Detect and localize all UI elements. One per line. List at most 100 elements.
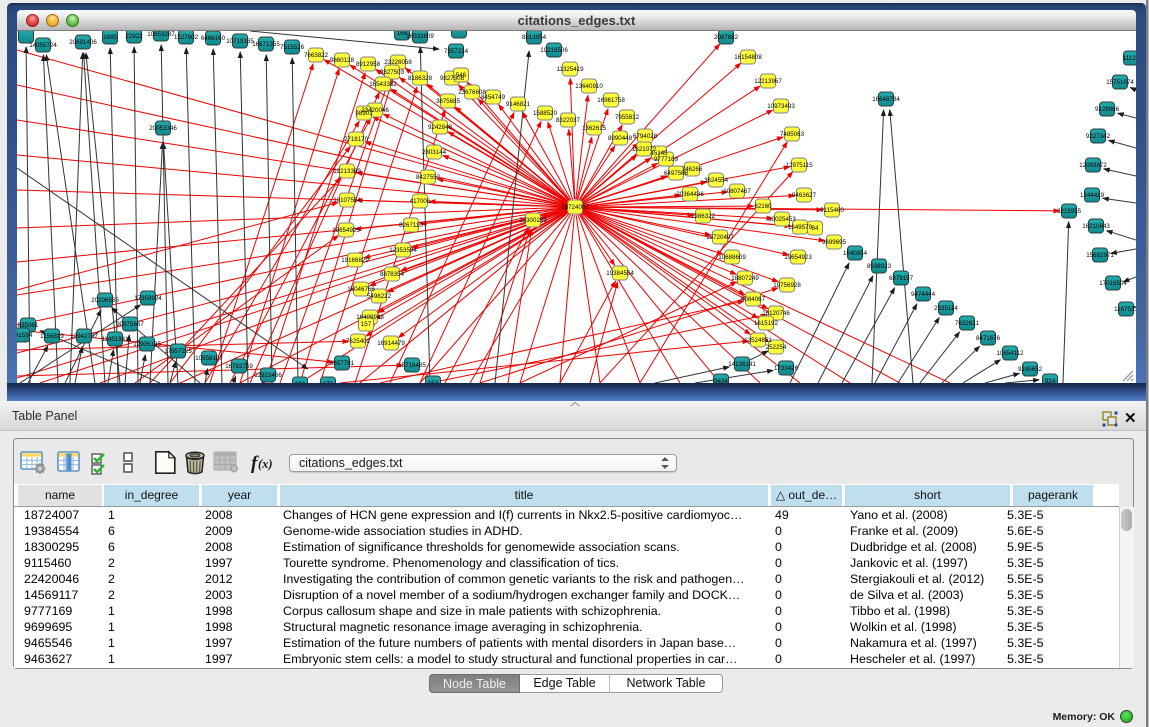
svg-text:13640910: 13640910 [575,83,603,90]
svg-text:7625402: 7625402 [346,338,371,345]
svg-text:18724007: 18724007 [561,204,589,211]
svg-text:7485063: 7485063 [780,131,805,138]
svg-text:19166829: 19166829 [341,257,369,264]
svg-text:1733426: 1733426 [774,365,799,372]
svg-text:16543382: 16543382 [369,81,397,88]
svg-text:16046766: 16046766 [347,286,375,293]
svg-text:12353594: 12353594 [389,247,417,254]
svg-text:23226058: 23226058 [384,59,412,66]
svg-text:16210643: 16210643 [1082,223,1110,230]
svg-text:14055724: 14055724 [29,42,57,49]
svg-text:12923466: 12923466 [254,372,282,379]
svg-text:10025453: 10025453 [768,216,796,223]
svg-text:8990448: 8990448 [608,135,633,142]
svg-text:252254: 252254 [766,344,787,351]
svg-text:2718170: 2718170 [344,136,369,143]
svg-text:173: 173 [323,381,334,383]
svg-text:6497568: 6497568 [664,170,689,177]
svg-text:15692971: 15692971 [1086,252,1114,259]
svg-text:8322037: 8322037 [556,117,581,124]
svg-text:16409948: 16409948 [356,314,384,321]
svg-text:9245652: 9245652 [1018,366,1043,373]
svg-text:13524851: 13524851 [744,337,772,344]
svg-text:16782759: 16782759 [225,363,253,370]
svg-text:2803144: 2803144 [422,149,447,156]
svg-text:1588520: 1588520 [533,110,558,117]
svg-text:1156819: 1156819 [40,333,64,340]
svg-text:5498222: 5498222 [367,293,392,300]
svg-text:9227342: 9227342 [1086,133,1111,140]
svg-text:15716485: 15716485 [398,362,426,369]
svg-text:1362615: 1362615 [582,125,607,132]
svg-text:7515526: 7515526 [280,44,305,51]
svg-text:2087682: 2087682 [714,34,739,41]
svg-text:12213967: 12213967 [754,78,782,85]
svg-text:6794028: 6794028 [633,133,658,140]
svg-text:20053346: 20053346 [149,125,177,132]
svg-text:9242848: 9242848 [428,124,453,131]
svg-text:19756928: 19756928 [773,282,801,289]
svg-text:11124: 11124 [1123,55,1136,62]
svg-text:417006: 417006 [410,198,431,205]
svg-text:6879197: 6879197 [889,275,914,282]
svg-text:9657791: 9657791 [330,360,355,367]
svg-text:153: 153 [428,380,439,383]
svg-text:9474444: 9474444 [911,291,936,298]
svg-text:14136141: 14136141 [728,361,756,368]
svg-text:9115460: 9115460 [820,207,844,214]
svg-text:9129966: 9129966 [1095,106,1120,113]
svg-text:9084067: 9084067 [741,296,766,303]
svg-text:20691406: 20691406 [69,39,97,46]
svg-text:17016504: 17016504 [1099,280,1127,287]
svg-text:11325419: 11325419 [556,66,584,73]
svg-text:8427552: 8427552 [416,174,441,181]
svg-text:546: 546 [456,72,467,79]
svg-text:23300293: 23300293 [519,217,547,224]
svg-text:8813054: 8813054 [522,34,547,41]
svg-text:19218506: 19218506 [540,47,568,54]
svg-text:8186328: 8186328 [408,75,433,82]
svg-text:84: 84 [812,225,819,232]
svg-text:9860128: 9860128 [330,57,355,64]
svg-text:16120746: 16120746 [762,310,790,317]
svg-text:10107554: 10107554 [333,197,361,204]
svg-text:10807467: 10807467 [723,188,751,195]
svg-text:12213389: 12213389 [333,168,361,175]
svg-text:16914479: 16914479 [377,340,405,347]
svg-text:6466160: 6466160 [201,35,226,42]
svg-text:157: 157 [361,321,372,328]
svg-text:8471676: 8471676 [976,335,1001,342]
svg-text:9146821: 9146821 [506,101,531,108]
svg-text:8454749: 8454749 [481,94,506,101]
svg-text:11451941: 11451941 [101,336,129,343]
svg-text:9434: 9434 [714,378,728,383]
svg-text:3624554: 3624554 [704,177,729,184]
svg-text:1167533: 1167533 [1114,306,1136,313]
svg-text:18807249: 18807249 [731,275,759,282]
svg-text:106: 106 [295,381,306,383]
svg-text:1244419: 1244419 [1080,192,1105,199]
svg-text:15720407: 15720407 [706,234,734,241]
svg-text:7986322: 7986322 [691,213,716,220]
svg-text:90975667: 90975667 [116,321,144,328]
svg-text:17359934: 17359934 [134,295,162,302]
svg-text:7632621: 7632621 [955,320,980,327]
svg-text:8267110: 8267110 [399,222,423,229]
svg-text:9777169: 9777169 [654,156,679,163]
svg-text:19654923: 19654923 [784,254,812,261]
svg-text:9463627: 9463627 [792,192,817,199]
svg-text:19654925: 19654925 [332,227,360,234]
svg-text:1649579: 1649579 [788,224,813,231]
svg-text:1615192: 1615192 [754,320,779,327]
svg-text:98901: 98901 [355,110,373,117]
svg-text:20364436: 20364436 [676,191,704,198]
svg-text:16961758: 16961758 [597,97,625,104]
svg-text:2935114: 2935114 [934,305,958,312]
svg-text:935061: 935061 [18,322,39,329]
svg-text:1640954: 1640954 [843,250,868,257]
svg-text:17957225: 17957225 [164,348,192,355]
svg-text:10688609: 10688609 [718,254,746,261]
svg-text:10654112: 10654112 [996,350,1024,357]
svg-text:22922: 22922 [125,33,143,40]
svg-text:7357224: 7357224 [444,48,469,55]
